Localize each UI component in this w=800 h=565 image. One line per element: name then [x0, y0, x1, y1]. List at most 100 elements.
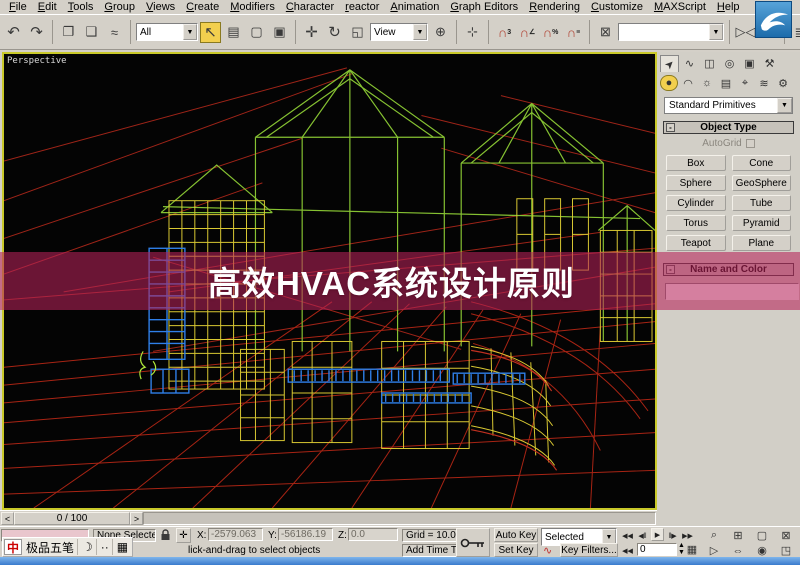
min-max-toggle-icon[interactable]: ◳	[774, 544, 798, 557]
sphere-button[interactable]: Sphere	[666, 175, 726, 191]
redo-icon[interactable]: ↷	[26, 22, 47, 43]
set-key-button[interactable]: Set Key	[494, 543, 538, 557]
systems-category[interactable]: ⚙	[774, 75, 792, 91]
next-frame-icon[interactable]: ‖▶	[666, 529, 679, 542]
previous-frame-icon[interactable]: ◀‖	[636, 529, 649, 542]
percent-snap-icon[interactable]: ∩%	[540, 22, 561, 43]
rectangular-selection-region-icon[interactable]: ▢	[246, 22, 267, 43]
cylinder-button[interactable]: Cylinder	[666, 195, 726, 211]
curve-editor-icon[interactable]: ∿	[543, 544, 552, 557]
menu-graph-editors[interactable]: Graph Editors	[445, 1, 523, 13]
bind-to-space-warp-icon[interactable]: ≈	[104, 22, 125, 43]
mirror-icon[interactable]: ▷◁	[735, 22, 756, 43]
select-and-move-icon[interactable]: ✛	[301, 22, 322, 43]
spinner-snap-icon[interactable]: ∩ ≡	[563, 22, 584, 43]
geometry-category[interactable]: ●	[660, 75, 678, 91]
zoom-extents-icon[interactable]: ▢	[750, 529, 774, 542]
next-frame-arrow[interactable]: >	[130, 512, 143, 525]
selection-lock-icon[interactable]	[160, 529, 171, 544]
ime-name-label[interactable]: 极品五笔	[23, 539, 79, 555]
primitive-category-dropdown[interactable]: Standard Primitives ▼	[664, 97, 793, 114]
select-object-icon[interactable]: ↖	[200, 21, 221, 43]
time-configuration-icon[interactable]: ▦	[684, 543, 700, 556]
menu-create[interactable]: Create	[181, 1, 224, 13]
menu-customize[interactable]: Customize	[586, 1, 648, 13]
time-slider-track[interactable]	[143, 512, 656, 525]
ime-language-indicator[interactable]: 中	[4, 539, 22, 555]
space-warps-category[interactable]: ≋	[755, 75, 773, 91]
snap-toggle-icon[interactable]: ∩ 3	[494, 22, 515, 43]
use-pivot-point-center-icon[interactable]: ⊕	[430, 22, 451, 43]
menu-reactor[interactable]: reactor	[340, 1, 384, 13]
menu-edit[interactable]: Edit	[33, 1, 62, 13]
play-button-icon[interactable]: ▶	[651, 528, 664, 541]
angle-snap-icon[interactable]: ∩ ∠	[517, 22, 538, 43]
selection-filter-dropdown[interactable]: All ▼	[136, 23, 198, 41]
chevron-down-icon[interactable]: ▼	[709, 24, 723, 40]
undo-icon[interactable]: ↶	[3, 22, 24, 43]
create-tab[interactable]: ➤	[660, 55, 679, 72]
shapes-category[interactable]: ◠	[679, 75, 697, 91]
geosphere-button[interactable]: GeoSphere	[731, 175, 791, 191]
go-to-end-icon[interactable]: ▶▶	[681, 529, 694, 542]
pan-hand-icon[interactable]: ⇔	[726, 544, 750, 557]
hierarchy-tab[interactable]: ◫	[700, 55, 719, 72]
box-button[interactable]: Box	[666, 155, 726, 171]
menu-animation[interactable]: Animation	[385, 1, 444, 13]
menu-group[interactable]: Group	[99, 1, 140, 13]
select-by-name-icon[interactable]: ▤	[223, 22, 244, 43]
cone-button[interactable]: Cone	[731, 155, 791, 171]
ime-punctuation-icon[interactable]: ··	[98, 539, 113, 555]
select-and-scale-icon[interactable]: ◱	[347, 22, 368, 43]
utilities-tab[interactable]: ⚒	[760, 55, 779, 72]
display-tab[interactable]: ▣	[740, 55, 759, 72]
go-to-start-icon[interactable]: ◀◀	[621, 529, 634, 542]
named-selection-dropdown[interactable]: ▼	[618, 23, 724, 41]
x-coordinate-field[interactable]	[208, 528, 263, 541]
y-coordinate-field[interactable]	[278, 528, 333, 541]
autogrid-checkbox[interactable]	[745, 138, 755, 148]
plane-button[interactable]: Plane	[731, 235, 791, 251]
ime-softkeyboard-icon[interactable]: ▦	[114, 539, 131, 555]
select-and-rotate-icon[interactable]: ↻	[324, 22, 345, 43]
unlink-selection-icon[interactable]: ❑	[81, 22, 102, 43]
set-keys-button[interactable]	[456, 528, 490, 557]
collapse-icon[interactable]: -	[666, 123, 675, 132]
arc-rotate-icon[interactable]: ◉	[750, 544, 774, 557]
ime-fullwidth-moon-icon[interactable]: ☽	[79, 539, 97, 555]
menu-file[interactable]: File	[4, 1, 32, 13]
menu-tools[interactable]: Tools	[63, 1, 99, 13]
key-mode-toggle-icon[interactable]: ◀◀	[621, 544, 634, 557]
zoom-icon[interactable]: ⌕	[702, 529, 726, 542]
menu-modifiers[interactable]: Modifiers	[225, 1, 280, 13]
auto-key-button[interactable]: Auto Key	[494, 528, 538, 542]
window-crossing-icon[interactable]: ▣	[269, 22, 290, 43]
select-and-manipulate-icon[interactable]: ⊹	[462, 22, 483, 43]
zoom-all-icon[interactable]: ⊞	[726, 529, 750, 542]
select-and-link-icon[interactable]: ❐	[58, 22, 79, 43]
menu-rendering[interactable]: Rendering	[524, 1, 585, 13]
modify-tab[interactable]: ∿	[680, 55, 699, 72]
zoom-extents-all-icon[interactable]: ⊠	[774, 529, 798, 542]
chevron-down-icon[interactable]: ▼	[413, 24, 427, 40]
pyramid-button[interactable]: Pyramid	[731, 215, 791, 231]
current-frame-field[interactable]	[637, 543, 677, 556]
helpers-category[interactable]: ⌖	[736, 75, 754, 91]
key-filters-button[interactable]: Key Filters...	[560, 543, 618, 557]
chevron-down-icon[interactable]: ▼	[183, 24, 197, 40]
previous-frame-arrow[interactable]: <	[1, 512, 14, 525]
menu-views[interactable]: Views	[141, 1, 180, 13]
menu-maxscript[interactable]: MAXScript	[649, 1, 711, 13]
z-coordinate-field[interactable]	[348, 528, 398, 541]
tube-button[interactable]: Tube	[731, 195, 791, 211]
named-selection-sets-icon[interactable]: ⊠	[595, 22, 616, 43]
menu-character[interactable]: Character	[281, 1, 339, 13]
reference-coordinate-dropdown[interactable]: View ▼	[370, 23, 428, 41]
time-slider-thumb[interactable]: 0 / 100	[14, 512, 130, 525]
menu-help[interactable]: Help	[712, 1, 745, 13]
absolute-mode-toggle[interactable]: ✛	[176, 528, 191, 543]
teapot-button[interactable]: Teapot	[666, 235, 726, 251]
motion-tab[interactable]: ◎	[720, 55, 739, 72]
lights-category[interactable]: ☼	[698, 75, 716, 91]
field-of-view-icon[interactable]: ▷	[702, 544, 726, 557]
